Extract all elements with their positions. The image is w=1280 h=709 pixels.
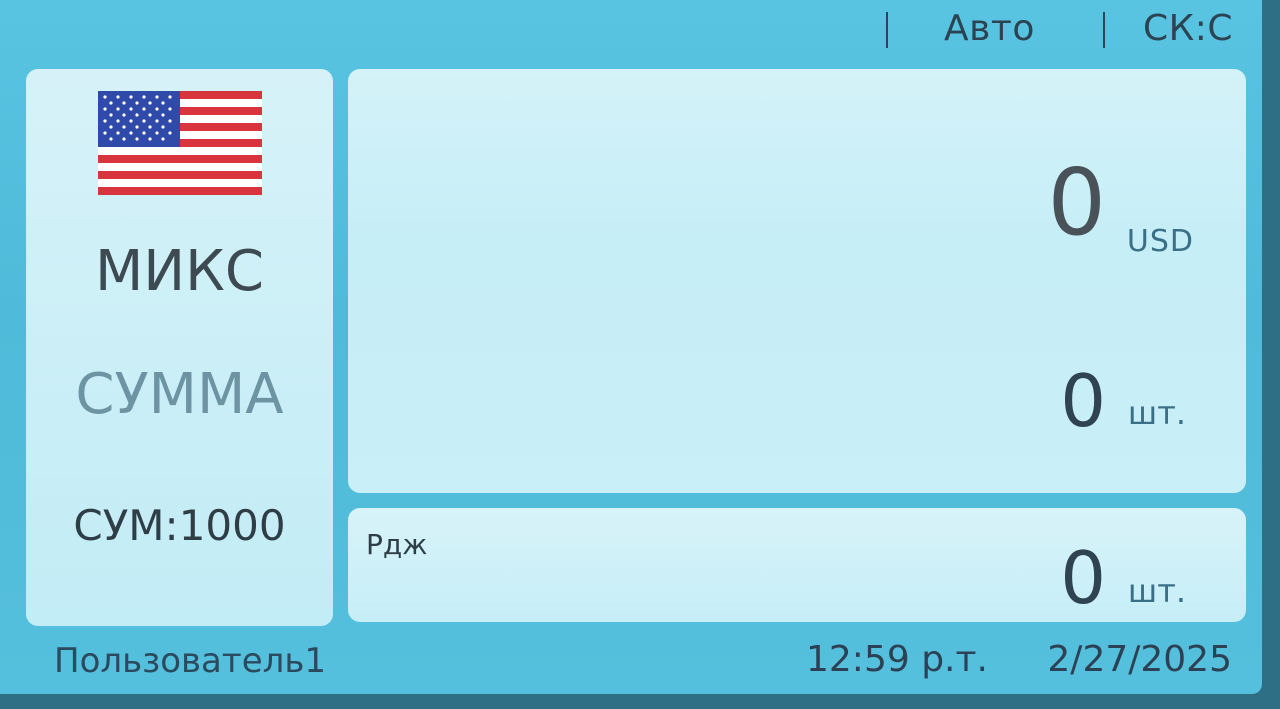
clock-time: 12:59 р.т. — [806, 639, 988, 680]
currency-code: USD — [1126, 224, 1194, 259]
reject-label: Рдж — [366, 528, 428, 561]
us-flag-icon — [98, 91, 262, 195]
function-mode-label[interactable]: СУММА — [26, 362, 333, 427]
piece-count-unit: шт. — [1127, 394, 1186, 432]
reject-count-value: 0 — [1060, 536, 1106, 620]
sum-setting-label[interactable]: СУМ:1000 — [26, 501, 333, 550]
count-display-panel: 0 USD 0 шт. — [348, 69, 1246, 493]
total-amount-value: 0 — [1047, 149, 1106, 256]
user-name: Пользователь1 — [54, 641, 327, 681]
piece-count-value: 0 — [1060, 359, 1106, 443]
screen: Авто СК:С МИКС СУММА СУМ:1000 0 USD 0 шт… — [0, 0, 1262, 694]
auto-mode-indicator[interactable]: Авто — [944, 8, 1035, 49]
currency-mode-panel[interactable]: МИКС СУММА СУМ:1000 — [26, 69, 333, 626]
status-separator — [886, 12, 888, 48]
clock-date: 2/27/2025 — [1047, 639, 1232, 680]
reject-count-unit: шт. — [1127, 572, 1186, 610]
reject-panel: Рдж 0 шт. — [348, 508, 1246, 622]
count-mode-label[interactable]: МИКС — [26, 239, 333, 304]
status-separator — [1103, 12, 1105, 48]
speed-indicator[interactable]: СК:С — [1143, 8, 1233, 49]
